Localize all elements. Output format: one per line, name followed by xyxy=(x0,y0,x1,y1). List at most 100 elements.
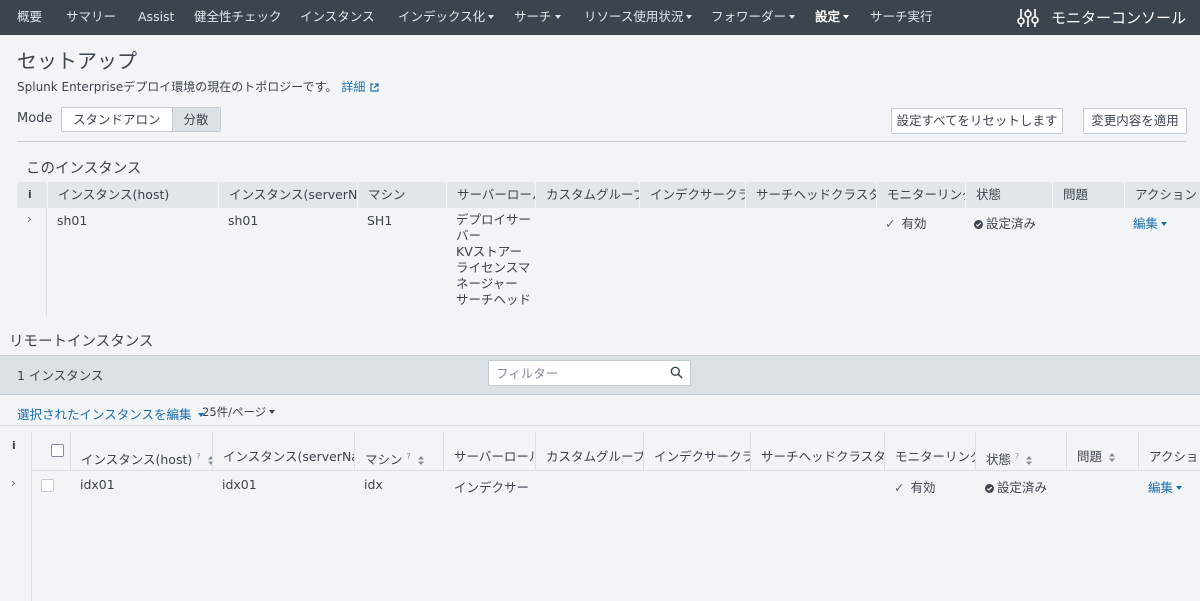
page-title: セットアップ xyxy=(17,49,137,73)
bulk-edit-dropdown[interactable]: 選択されたインスタンスを編集 xyxy=(17,404,204,423)
remote-table-header: i インスタンス(host)? インスタンス(serverName) マシン? … xyxy=(0,432,1200,470)
filter-input[interactable] xyxy=(489,361,664,385)
nav-settings[interactable]: 設定 xyxy=(815,0,850,35)
col-server-roles: サーバーロール xyxy=(446,182,535,208)
col-actions: アクション xyxy=(1138,432,1200,470)
mode-label: Mode xyxy=(17,111,53,126)
role-line: サーチヘッド xyxy=(456,292,532,307)
configured-check-circle-icon xyxy=(985,484,994,493)
instance-count: 1 インスタンス xyxy=(17,368,104,383)
remote-roles-cell: インデクサー xyxy=(454,480,530,495)
chevron-down-icon xyxy=(488,14,495,19)
col-monitoring: モニターリング xyxy=(876,182,965,208)
col-state[interactable]: 状態? xyxy=(975,432,1066,470)
nav-summary[interactable]: サマリー xyxy=(66,0,116,35)
expand-row-icon[interactable]: › xyxy=(27,212,32,226)
search-icon[interactable] xyxy=(670,366,683,379)
col-host[interactable]: インスタンス(host)? xyxy=(70,432,212,470)
role-line: ネージャー xyxy=(456,276,518,291)
this-instance-table-header: i インスタンス(host) インスタンス(serverName) マシン サー… xyxy=(17,182,1200,208)
page-subtitle: Splunk Enterpriseデプロイ環境の現在のトポロジーです。 詳細 xyxy=(17,78,379,95)
mode-standalone-option[interactable]: スタンドアロン xyxy=(62,108,172,131)
chevron-down-icon xyxy=(843,14,850,19)
sort-icon[interactable] xyxy=(1026,456,1033,466)
col-machine[interactable]: マシン? xyxy=(354,432,443,470)
remote-monitoring-cell: ✓ 有効 xyxy=(894,480,936,495)
nav-assist[interactable]: Assist xyxy=(138,0,174,35)
nav-search[interactable]: サーチ xyxy=(514,0,561,35)
header-divider xyxy=(17,141,1186,142)
col-server-roles[interactable]: サーバーロール xyxy=(443,432,535,470)
this-machine-cell: SH1 xyxy=(367,213,393,228)
apply-changes-button[interactable]: 変更内容を適用 xyxy=(1083,108,1187,134)
nav-indexing[interactable]: インデックス化 xyxy=(398,0,495,35)
select-all-column xyxy=(31,432,70,470)
nav-instances[interactable]: インスタンス xyxy=(300,0,375,35)
col-indexer-cluster[interactable]: インデクサークラスター xyxy=(643,432,750,470)
expand-row-icon[interactable]: › xyxy=(11,476,16,490)
col-search-head-cluster[interactable]: サーチヘッドクラスター xyxy=(750,432,884,470)
help-icon[interactable]: ? xyxy=(407,452,411,461)
sort-icon[interactable] xyxy=(417,456,424,466)
remote-machine-cell: idx xyxy=(364,477,383,492)
col-custom-groups: カスタムグループ xyxy=(535,182,639,208)
monitoring-console-logo-icon xyxy=(1017,8,1039,27)
remote-host-cell: idx01 xyxy=(80,477,115,492)
mode-toggle: スタンドアロン 分散 xyxy=(61,107,221,132)
nav-run-search[interactable]: サーチ実行 xyxy=(870,0,933,35)
app-name: モニターコンソール xyxy=(1050,9,1186,27)
sort-icon[interactable] xyxy=(1109,453,1116,462)
role-line: KVストアー xyxy=(456,244,522,259)
app-brand: モニターコンソール xyxy=(1017,0,1186,35)
col-monitoring[interactable]: モニターリング xyxy=(884,432,975,470)
help-icon[interactable]: ? xyxy=(196,452,200,461)
role-line: デプロイサー xyxy=(456,212,532,227)
col-servername: インスタンス(serverName) xyxy=(218,182,357,208)
remote-edit-action[interactable]: 編集 xyxy=(1148,477,1183,496)
info-column-header: i xyxy=(0,432,31,470)
nav-overview[interactable]: 概要 xyxy=(17,0,42,35)
chevron-down-icon xyxy=(686,14,693,19)
this-edit-action[interactable]: 編集 xyxy=(1133,213,1168,232)
mode-distributed-option[interactable]: 分散 xyxy=(171,108,220,131)
col-custom-groups[interactable]: カスタムグループ xyxy=(535,432,643,470)
col-host: インスタンス(host) xyxy=(47,182,218,208)
col-actions: アクション xyxy=(1124,182,1200,208)
check-icon: ✓ xyxy=(885,216,896,231)
col-issues: 問題 xyxy=(1052,182,1124,208)
subtitle-text: Splunk Enterpriseデプロイ環境の現在のトポロジーです。 xyxy=(17,80,338,94)
toolbar-divider xyxy=(0,425,1200,426)
check-icon: ✓ xyxy=(894,480,905,495)
row-select-checkbox[interactable] xyxy=(41,479,54,492)
this-roles-cell: デプロイサー バー KVストアー ライセンスマ ネージャー サーチヘッド xyxy=(456,212,531,308)
role-line: ライセンスマ xyxy=(456,260,531,275)
help-icon[interactable]: ? xyxy=(1015,452,1019,461)
this-monitoring-cell: ✓ 有効 xyxy=(885,216,927,231)
this-host-cell: sh01 xyxy=(57,213,88,228)
remote-state-cell: 設定済み xyxy=(985,477,1047,496)
col-servername[interactable]: インスタンス(serverName) xyxy=(212,432,354,470)
external-link-icon xyxy=(370,83,379,92)
role-line: バー xyxy=(456,228,482,243)
col-machine: マシン xyxy=(357,182,446,208)
col-issues[interactable]: 問題 xyxy=(1066,432,1138,470)
nav-resource-usage[interactable]: リソース使用状況 xyxy=(584,0,693,35)
this-instance-title: このインスタンス xyxy=(26,161,142,177)
filter-box xyxy=(488,360,691,386)
col-state: 状態 xyxy=(965,182,1052,208)
info-column-header: i xyxy=(28,188,32,201)
reset-all-button[interactable]: 設定すべてをリセットします xyxy=(891,108,1063,134)
page-size-dropdown[interactable]: 25件/ページ xyxy=(202,404,276,420)
this-servername-cell: sh01 xyxy=(228,213,259,228)
configured-check-circle-icon xyxy=(974,220,983,229)
row-divider xyxy=(46,208,47,316)
learn-more-link[interactable]: 詳細 xyxy=(341,80,379,94)
remote-instances-title: リモートインスタンス xyxy=(9,334,154,350)
this-state-cell: 設定済み xyxy=(974,213,1036,232)
remote-servername-cell: idx01 xyxy=(222,477,257,492)
nav-forwarders[interactable]: フォワーダー xyxy=(711,0,796,35)
row-divider xyxy=(31,470,32,601)
nav-health-check[interactable]: 健全性チェック xyxy=(194,0,282,35)
select-all-checkbox[interactable] xyxy=(51,444,64,457)
header-bottom-line xyxy=(31,470,1200,471)
